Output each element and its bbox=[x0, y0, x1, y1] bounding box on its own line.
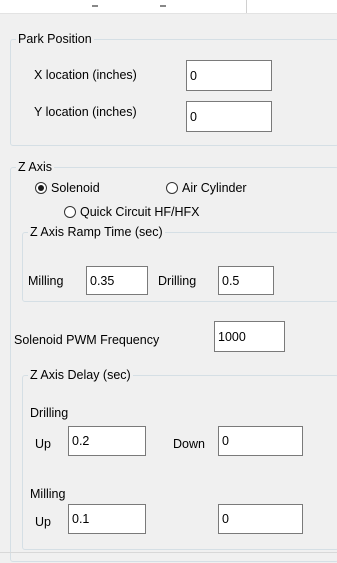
x-location-label: X location (inches) bbox=[34, 68, 137, 82]
quick-circuit-label: Quick Circuit HF/HFX bbox=[80, 205, 200, 219]
radio-unselected-icon bbox=[166, 182, 178, 194]
x-location-input[interactable] bbox=[186, 60, 272, 91]
z-axis-title: Z Axis bbox=[18, 160, 53, 174]
tab-edge-mark bbox=[160, 5, 166, 7]
bottom-divider bbox=[0, 552, 337, 553]
delay-milling-label: Milling bbox=[30, 487, 66, 501]
delay-drilling-down-input[interactable] bbox=[218, 426, 303, 456]
pwm-frequency-label: Solenoid PWM Frequency bbox=[14, 333, 160, 347]
delay-milling-up-input[interactable] bbox=[68, 504, 146, 534]
delay-milling-up-label: Up bbox=[35, 515, 51, 529]
radio-selected-icon bbox=[35, 182, 47, 194]
ramp-milling-input[interactable] bbox=[86, 266, 148, 295]
ramp-milling-label: Milling bbox=[28, 274, 64, 288]
ramp-time-group: Z Axis Ramp Time (sec) bbox=[22, 225, 337, 302]
air-cylinder-radio[interactable]: Air Cylinder bbox=[166, 181, 247, 195]
pwm-frequency-input[interactable] bbox=[214, 321, 285, 352]
y-location-label: Y location (inches) bbox=[34, 105, 137, 119]
solenoid-radio[interactable]: Solenoid bbox=[35, 181, 100, 195]
delay-milling-down-input[interactable] bbox=[218, 504, 303, 534]
tab-edge-mark bbox=[92, 5, 98, 7]
ramp-drilling-input[interactable] bbox=[218, 266, 274, 295]
tab-strip bbox=[0, 0, 337, 14]
ramp-drilling-label: Drilling bbox=[158, 274, 197, 288]
delay-drilling-down-label: Down bbox=[173, 437, 205, 451]
delay-title: Z Axis Delay (sec) bbox=[30, 368, 131, 382]
y-location-input[interactable] bbox=[186, 101, 272, 132]
solenoid-label: Solenoid bbox=[51, 181, 100, 195]
park-position-title: Park Position bbox=[18, 32, 92, 46]
delay-drilling-up-label: Up bbox=[35, 437, 51, 451]
air-cylinder-label: Air Cylinder bbox=[182, 181, 247, 195]
delay-drilling-label: Drilling bbox=[30, 406, 69, 420]
radio-unselected-icon bbox=[64, 206, 76, 218]
ramp-time-title: Z Axis Ramp Time (sec) bbox=[30, 225, 163, 239]
tab-divider bbox=[246, 0, 247, 13]
park-position-group: Park Position bbox=[10, 32, 337, 146]
delay-drilling-up-input[interactable] bbox=[68, 426, 146, 456]
quick-circuit-radio[interactable]: Quick Circuit HF/HFX bbox=[64, 205, 199, 219]
